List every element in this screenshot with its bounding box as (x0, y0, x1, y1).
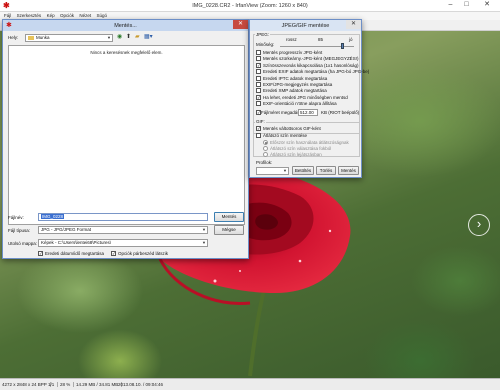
jpeg-save-button[interactable]: Mentés (338, 166, 359, 175)
radio-playback-color-label: Átlátszó szín lejátszásban (270, 152, 322, 157)
jpeg-option-checkbox[interactable] (256, 101, 261, 107)
jpeg-option-checkbox[interactable] (256, 69, 261, 75)
new-folder-icon[interactable]: ▰ (135, 34, 140, 40)
gif-transparent-label: Átlátszó szín mentése (263, 133, 308, 138)
show-options-checkbox[interactable]: ✓ (111, 251, 116, 256)
dropdown-arrow-icon: ▼ (283, 168, 287, 173)
save-button[interactable]: Mentés (214, 212, 244, 222)
jpeg-option-label: Eredeti EXIF adatok megtartása (ha JPG-b… (263, 69, 370, 75)
quality-slider[interactable] (341, 43, 345, 49)
radio-first-color-label: Először szín használata átlátszóságnak (270, 140, 349, 145)
jpeg-option-label: Színösszevonás kikapcsolása (1x1 hasonló… (263, 62, 359, 68)
location-value: Munka (36, 35, 50, 40)
jpeg-options-dialog: JPEG/GIF mentése ✕ JPEG: Minőség: rossz … (249, 19, 369, 178)
jpeg-option-checkbox[interactable] (256, 88, 261, 94)
save-dialog-title: Mentés... (114, 23, 137, 29)
quality-low-label: rossz (286, 37, 297, 42)
status-filesize: 14.29 MB / 34.81 MB (76, 382, 123, 387)
jpeg-option-label: EXIF/JPG-megjegyzés megtartása (263, 82, 333, 87)
quality-high-label: jó (349, 37, 353, 42)
maximize-icon[interactable]: □ (460, 0, 473, 10)
folder-icon (28, 35, 34, 40)
jpeg-dialog-titlebar[interactable]: JPEG/GIF mentése ✕ (250, 20, 361, 31)
preset-label: Profilok: (256, 160, 273, 165)
dropdown-arrow-icon: ▼ (107, 35, 111, 40)
view-menu-icon[interactable]: ▦▾ (144, 34, 153, 40)
show-options-label: Opciók párbeszéd látszik (118, 251, 169, 256)
main-titlebar: ✱ IMG_0228.CR2 - IrfanView (Zoom: 1260 x… (0, 0, 500, 12)
jpeg-dialog-title: JPEG/GIF mentése (281, 23, 330, 29)
jpeg-option-checkbox[interactable]: ✓ (256, 62, 261, 68)
dropdown-arrow-icon: ▼ (202, 240, 206, 245)
jpeg-option-label: Mentés szürkeárny.-JPG-ként (MEGJEGYZÉS!… (263, 56, 359, 62)
save-dialog: ✱ Mentés... ✕ Hely: Munka ▼ ◉ ⬆ ▰ ▦▾ Nin… (2, 19, 249, 259)
jpeg-option-checkbox[interactable] (256, 75, 261, 81)
dropdown-arrow-icon: ▼ (202, 227, 206, 232)
location-select[interactable]: Munka ▼ (25, 34, 113, 42)
jpeg-option-checkbox[interactable] (256, 56, 261, 62)
last-folder-label: Utolsó mappa: (8, 241, 38, 246)
status-zoom: 28 % (60, 382, 75, 387)
keep-date-label: Eredeti dátum/idő megtartása (45, 251, 105, 256)
gif-group-label: GIF: (255, 119, 266, 124)
filename-label: Fájlnév: (8, 215, 24, 220)
filesize-checkbox[interactable]: ✓ (256, 110, 261, 115)
last-folder-select[interactable]: Képek - C:\Users\lentei68\Pictures\ ▼ (38, 239, 208, 247)
radio-first-color[interactable] (263, 140, 268, 145)
up-folder-icon[interactable]: ⬆ (126, 34, 131, 40)
close-icon[interactable]: ✕ (346, 20, 361, 29)
last-folder-value: Képek - C:\Users\lentei68\Pictures\ (41, 240, 112, 245)
status-index: 1/1 (48, 382, 59, 387)
jpeg-group-label: JPEG: (255, 32, 271, 37)
preset-select[interactable]: ▼ (256, 167, 289, 175)
filesize-label: Fájlméret megadása: (261, 110, 304, 115)
status-bar: 4272 x 2848 x 24 BPP 1/1 28 % 14.29 MB /… (0, 378, 500, 390)
file-list[interactable]: Nincs a keresésnek megfelelő elem. (8, 45, 245, 225)
filename-input[interactable]: IMG_0228 (38, 213, 208, 221)
jpeg-option-label: Ha lehet, eredeti JPG minőségben mentsd (263, 94, 348, 100)
close-icon[interactable]: ✕ (233, 20, 248, 29)
filesize-input[interactable]: 512.00 (298, 109, 318, 116)
quality-value: 85 (318, 37, 324, 42)
jpeg-option-checkbox[interactable]: ✓ (256, 94, 261, 100)
back-icon[interactable]: ◉ (117, 34, 122, 40)
filetype-value: JPG - JPG/JPEG Format (41, 227, 92, 232)
gif-transparent-checkbox[interactable] (256, 133, 261, 138)
filetype-select[interactable]: JPG - JPG/JPEG Format ▼ (38, 226, 208, 234)
filename-value: IMG_0228 (41, 214, 65, 219)
radio-playback-color[interactable] (263, 152, 268, 157)
load-button[interactable]: Betöltés (292, 166, 314, 175)
jpeg-option-checkbox[interactable] (256, 50, 261, 55)
gif-interlaced-checkbox[interactable]: ✓ (256, 126, 261, 131)
save-dialog-titlebar[interactable]: ✱ Mentés... ✕ (3, 20, 248, 31)
keep-date-checkbox[interactable]: ✓ (38, 251, 43, 256)
minimize-icon[interactable]: – (444, 0, 457, 10)
cancel-button[interactable]: Mégse (214, 225, 244, 235)
filetype-label: Fájl típusa: (8, 228, 31, 233)
close-icon[interactable]: ✕ (477, 0, 497, 10)
window-title: IMG_0228.CR2 - IrfanView (Zoom: 1260 x 8… (192, 3, 308, 9)
location-label: Hely: (8, 35, 19, 40)
next-image-icon[interactable]: › (468, 214, 490, 236)
status-dimensions: 4272 x 2848 x 24 BPP (2, 382, 51, 387)
filesize-unit: KB (RIOT beépülő) (321, 110, 360, 115)
empty-message: Nincs a keresésnek megfelelő elem. (90, 50, 163, 55)
quality-label: Minőség: (256, 42, 275, 47)
jpeg-option-checkbox[interactable] (256, 82, 261, 87)
jpeg-option-label: Mentés progresszív JPG-ként (263, 50, 323, 55)
jpeg-option-label: Eredeti XMP adatok megtartása (263, 88, 327, 94)
radio-pick-color-label: Átlátszó szín választása fokból (270, 146, 332, 151)
gif-interlaced-label: Mentés váltottsoros GIF-ként (263, 126, 321, 131)
radio-pick-color[interactable] (263, 146, 268, 151)
jpeg-option-label: EXIF-orientáció n'ötne alapra állítása (263, 101, 337, 107)
status-datetime: 2013.08.10. / 09:04:46 (118, 382, 164, 387)
jpeg-option-label: Eredeti IPTC adatok megtartása (263, 75, 328, 81)
delete-button[interactable]: Törlés (316, 166, 336, 175)
